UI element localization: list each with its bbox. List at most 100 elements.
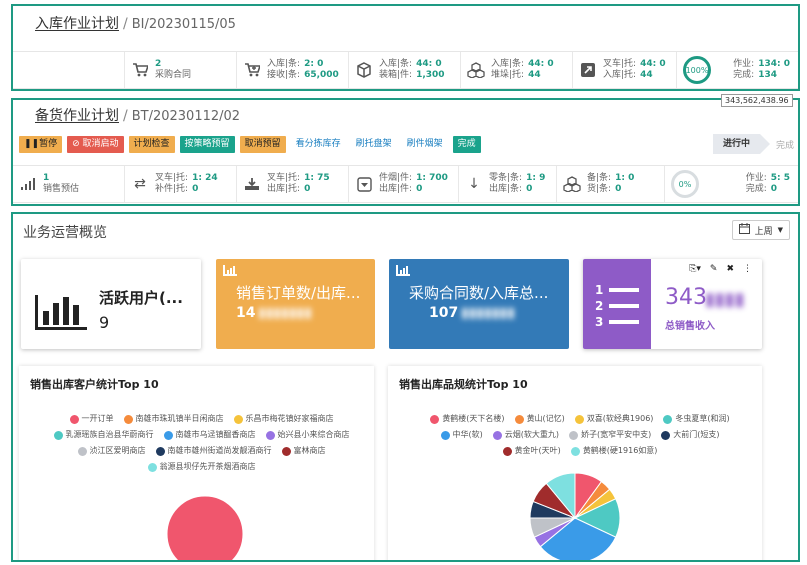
stat-value: 44 bbox=[640, 70, 653, 80]
forklift-icon bbox=[579, 61, 597, 79]
inbound-stat-contract[interactable]: 2 采购合同 bbox=[125, 52, 237, 88]
total-sales-card[interactable]: 1 2 3 ⎘▾ ✎ ✖ ⋮ 343 ▮▮▮▮ 总销售收入 bbox=[583, 259, 762, 349]
sales-orders-card[interactable]: 销售订单数/出库... 14 ▮▮▮▮▮▮▮ bbox=[216, 259, 375, 349]
cubes-icon bbox=[563, 175, 581, 193]
card-toolbar: ⎘▾ ✎ ✖ ⋮ bbox=[651, 259, 762, 279]
stat-value: 65,000 bbox=[304, 70, 339, 80]
picking-stat-stock[interactable]: 备|条: 1: 0 货|条: 0 bbox=[557, 166, 665, 202]
action-toolbar: ❚❚暂停 ⊘ 取消启动 计划检查 按策略预留 取消预留 看分拣库存 刷托盘架 刷… bbox=[19, 136, 481, 153]
stat-label: 作业: bbox=[745, 173, 767, 183]
title-separator: / bbox=[123, 16, 128, 32]
cancel-reserve-button[interactable]: 取消预留 bbox=[239, 136, 286, 153]
active-users-card[interactable]: 活跃用户(... 9 bbox=[21, 259, 201, 349]
progress-ring: 100% bbox=[683, 56, 711, 84]
pause-icon: ❚❚ bbox=[24, 139, 40, 149]
stat-label: 备|条: bbox=[587, 173, 612, 183]
cubes-icon bbox=[467, 61, 485, 79]
complete-button[interactable]: 完成 bbox=[452, 136, 481, 153]
stat-label: 零条|条: bbox=[489, 173, 523, 183]
more-icon[interactable]: ⋮ bbox=[743, 264, 752, 274]
stat-label: 完成: bbox=[745, 184, 767, 194]
inbound-stat-forklift[interactable]: 叉车|托: 44: 0 入库|托: 44 bbox=[573, 52, 677, 88]
signal-bars-icon bbox=[19, 175, 37, 193]
picking-plan-name[interactable]: 备货作业计划 bbox=[35, 108, 119, 124]
stat-label: 叉车|托: bbox=[155, 173, 189, 183]
box-down-icon bbox=[355, 175, 373, 193]
stat-label: 叉车|托: bbox=[267, 173, 301, 183]
stat-value: 0 bbox=[304, 184, 311, 194]
stat-label: 出库|托: bbox=[267, 184, 301, 194]
overview-title: 业务运营概览 bbox=[23, 225, 107, 241]
title-separator: / bbox=[123, 108, 128, 124]
picking-stat-case-out[interactable]: 件烟|件: 1: 700 出库|件: 0 bbox=[349, 166, 459, 202]
stat-value: 134 bbox=[758, 70, 778, 80]
card-icon-area: 1 2 3 bbox=[583, 259, 651, 349]
exchange-icon: ⇄ bbox=[134, 176, 146, 192]
product-top10-chart: 销售出库品规统计Top 10 黄鹤楼(天下名楼) 黄山(记忆) 双喜(软经典1906… bbox=[388, 366, 762, 560]
picking-plan-panel: 备货作业计划 / BT/20230112/02 ❚❚暂停 ⊘ 取消启动 计划检查 按… bbox=[11, 98, 800, 206]
pie-slice[interactable] bbox=[166, 495, 244, 562]
refresh-case-rack-link[interactable]: 刷件烟架 bbox=[402, 136, 448, 153]
stat-value: 1,300 bbox=[416, 70, 445, 80]
chart-icon bbox=[396, 265, 410, 279]
inbound-plan-code: BI/20230115/05 bbox=[131, 17, 236, 32]
stat-value: 5: 5 bbox=[770, 173, 790, 183]
stat-value: 2: 0 bbox=[304, 59, 324, 69]
card-title: 总销售收入 bbox=[665, 321, 715, 332]
edit-icon[interactable]: ✎ bbox=[710, 264, 718, 274]
stat-label: 采购合同 bbox=[155, 70, 192, 80]
customer-top10-chart: 销售出库客户统计Top 10 一开订单 南雄市珠玑镇半日闲商店 乐昌市梅花镇好家福商… bbox=[19, 366, 374, 562]
pause-button[interactable]: ❚❚暂停 bbox=[19, 136, 63, 153]
purchase-contracts-card[interactable]: 采购合同数/入库总... 107 ▮▮▮▮▮▮▮ bbox=[389, 259, 569, 349]
inbound-plan-title: 入库作业计划 / BI/20230115/05 bbox=[35, 13, 236, 33]
stat-value: 0 bbox=[615, 184, 622, 194]
redacted-value: ▮▮▮▮▮▮▮ bbox=[461, 305, 515, 321]
stat-value: 1: 0 bbox=[615, 173, 635, 183]
svg-text:3: 3 bbox=[595, 315, 603, 329]
period-dropdown[interactable]: 上周 ▼ bbox=[731, 220, 790, 240]
button-label: 取消启动 bbox=[82, 139, 119, 149]
redacted-value: ▮▮▮▮▮▮▮ bbox=[258, 305, 312, 321]
picking-stat-progress[interactable]: 0% 作业: 5: 5 完成: 0 bbox=[665, 166, 798, 202]
card-value: 9 bbox=[99, 313, 110, 332]
caret-down-icon: ▼ bbox=[777, 226, 783, 234]
product-pie bbox=[529, 472, 621, 560]
stat-label: 入库|条: bbox=[491, 59, 525, 69]
card-title: 销售订单数/出库... bbox=[236, 284, 361, 302]
customer-pie bbox=[166, 495, 244, 562]
stat-label: 入库|条: bbox=[379, 59, 413, 69]
inbound-stat-progress[interactable]: 100% 作业: 134: 0 完成: 134 bbox=[677, 52, 798, 88]
stat-label: 入库|条: bbox=[267, 59, 301, 69]
view-sort-stock-link[interactable]: 看分拣库存 bbox=[291, 136, 346, 153]
stat-value: 1 bbox=[43, 173, 50, 183]
close-icon[interactable]: ✖ bbox=[726, 264, 734, 274]
stat-value: 44: 0 bbox=[640, 59, 666, 69]
ordered-list-icon: 1 2 3 bbox=[595, 283, 641, 332]
inbound-stat-stacking[interactable]: 入库|条: 44: 0 堆垛|托: 44 bbox=[461, 52, 573, 88]
stat-label: 装箱|件: bbox=[379, 70, 413, 80]
card-title: 活跃用户(... bbox=[99, 289, 183, 307]
refresh-pallet-rack-link[interactable]: 刷托盘架 bbox=[351, 136, 397, 153]
stat-value: 1: 700 bbox=[416, 173, 448, 183]
stat-value: 0 bbox=[526, 184, 533, 194]
stat-label: 出库|件: bbox=[379, 184, 413, 194]
copy-icon[interactable]: ⎘▾ bbox=[689, 264, 701, 274]
card-value: 343 bbox=[665, 285, 707, 310]
redacted-value: ▮▮▮▮ bbox=[705, 289, 745, 310]
bar-chart-icon bbox=[35, 289, 87, 334]
inbound-plan-name[interactable]: 入库作业计划 bbox=[35, 16, 119, 32]
plan-check-button[interactable]: 计划检查 bbox=[128, 136, 175, 153]
inbound-stat-boxing[interactable]: 入库|条: 44: 0 装箱|件: 1,300 bbox=[349, 52, 461, 88]
picking-stat-carton-out[interactable]: ↓ 零条|条: 1: 9 出库|条: 0 bbox=[459, 166, 557, 202]
picking-stat-replenish[interactable]: ⇄ 叉车|托: 1: 24 补件|托: 0 bbox=[125, 166, 237, 202]
reserve-by-strategy-button[interactable]: 按策略预留 bbox=[179, 136, 235, 153]
picking-stat-forecast[interactable]: 1 销售预估 bbox=[13, 166, 125, 202]
card-title: 采购合同数/入库总... bbox=[409, 284, 549, 302]
cancel-start-button[interactable]: ⊘ 取消启动 bbox=[67, 136, 124, 153]
cart-icon bbox=[131, 61, 149, 79]
picking-stat-pallet-out[interactable]: 叉车|托: 1: 75 出库|托: 0 bbox=[237, 166, 349, 202]
stat-label: 销售预估 bbox=[43, 184, 80, 194]
stat-label: 出库|条: bbox=[489, 184, 523, 194]
cart-plus-icon bbox=[243, 61, 261, 79]
inbound-stat-receive[interactable]: 入库|条: 2: 0 接收|条: 65,000 bbox=[237, 52, 349, 88]
